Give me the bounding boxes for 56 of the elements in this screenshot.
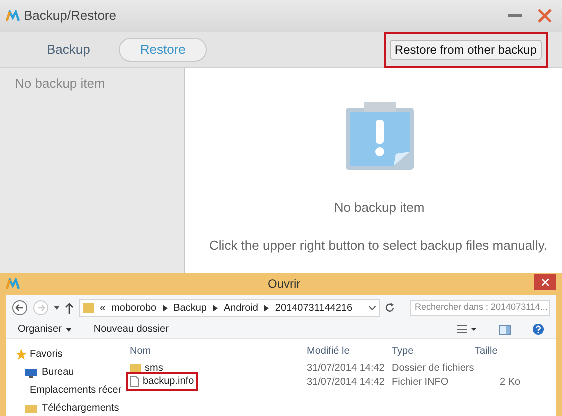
nav-item[interactable]: Favoris	[30, 347, 63, 362]
file-size: 2 Ko	[500, 376, 521, 390]
toolbar-button[interactable]: Nouveau dossier	[94, 322, 169, 337]
folder-icon	[83, 303, 94, 313]
up-arrow-icon[interactable]	[65, 302, 74, 314]
breadcrumb-item[interactable]: Android	[224, 300, 258, 316]
address-bar[interactable]: « moborobo Backup Android 20140731144216	[79, 299, 380, 317]
breadcrumb-item[interactable]: moborobo	[112, 300, 157, 316]
column-header[interactable]: Nom	[120, 344, 305, 358]
nav-item[interactable]: Emplacements récer	[30, 383, 122, 398]
close-icon[interactable]	[538, 9, 552, 23]
file-modified: 31/07/2014 14:42	[306, 362, 386, 376]
file-icon	[130, 376, 139, 387]
search-field[interactable]: Rechercher dans : 2014073114...	[410, 300, 550, 316]
file-name[interactable]: backup.info	[143, 374, 194, 389]
toolbar-button[interactable]: Organiser	[18, 322, 72, 337]
breadcrumb-item[interactable]: Backup	[174, 300, 207, 316]
chevron-right-icon	[162, 304, 168, 312]
dropdown-icon[interactable]	[54, 306, 60, 310]
dialog-title: Ouvrir	[268, 276, 301, 293]
folder-icon	[25, 404, 37, 412]
nav-item[interactable]: Téléchargements	[42, 401, 120, 416]
app-logo-icon	[6, 278, 20, 290]
file-type: Fichier INFO	[391, 376, 450, 390]
tab[interactable]: Backup	[26, 38, 112, 62]
minimize-icon[interactable]	[508, 14, 522, 18]
view-options-icon[interactable]	[457, 325, 477, 334]
close-icon	[542, 278, 548, 286]
chevron-right-icon	[264, 304, 270, 312]
empty-state-hint: Click the upper right button to select backup files manually.	[210, 236, 548, 255]
column-header[interactable]: Type	[390, 344, 473, 358]
refresh-icon[interactable]	[385, 303, 395, 313]
preview-pane-icon[interactable]	[499, 324, 511, 334]
empty-list-text: No backup item	[15, 76, 106, 91]
folder-icon	[130, 364, 141, 372]
file-type: Dossier de fichiers	[391, 362, 476, 376]
column-header[interactable]: Modifié le	[305, 344, 390, 358]
restore-from-other-backup-button[interactable]: Restore from other backup	[390, 40, 542, 60]
chevron-right-icon	[212, 304, 218, 312]
caret-icon	[66, 328, 72, 332]
desktop-icon	[25, 368, 37, 378]
clipboard-alert-icon	[344, 100, 416, 172]
breadcrumb-item[interactable]: 20140731144216	[275, 300, 353, 316]
file-name[interactable]: sms	[145, 360, 164, 376]
app-logo-icon	[6, 10, 20, 22]
back-icon[interactable]	[12, 300, 28, 316]
path-overflow: «	[100, 302, 106, 316]
nav-item[interactable]: Bureau	[42, 365, 74, 380]
chevron-down-icon[interactable]	[369, 306, 376, 310]
empty-state-title: No backup item	[334, 199, 425, 217]
close-button[interactable]	[534, 274, 556, 290]
window-title: Backup/Restore	[24, 7, 116, 26]
help-icon[interactable]	[533, 324, 544, 335]
file-modified: 31/07/2014 14:42	[306, 376, 386, 390]
column-header[interactable]: Taille	[473, 344, 498, 358]
star-icon	[16, 349, 27, 360]
